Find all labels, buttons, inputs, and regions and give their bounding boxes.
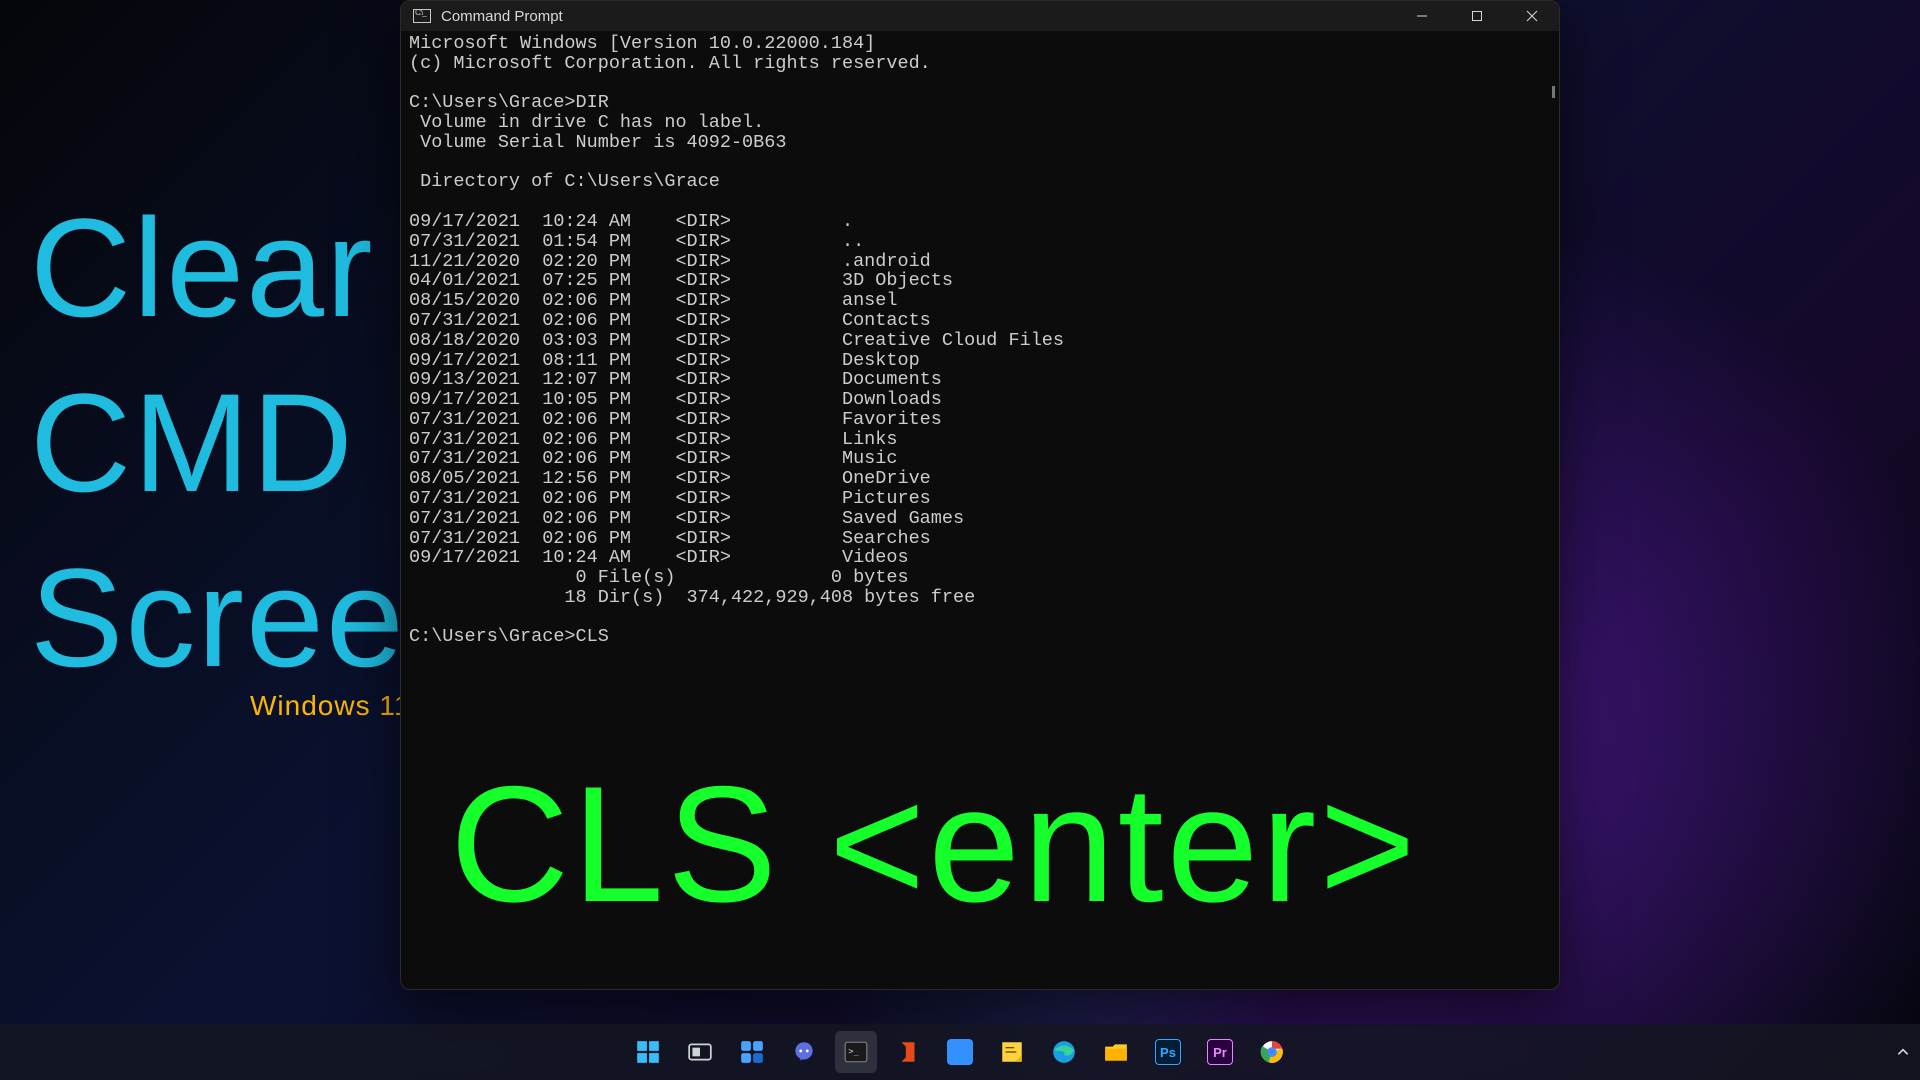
overlay-subtitle: Windows 11 <box>250 690 410 722</box>
desktop: Clear CMD Screen Windows 11 Command Prom… <box>0 0 1920 1080</box>
edge-button[interactable] <box>1043 1031 1085 1073</box>
premiere-button[interactable]: Pr <box>1199 1031 1241 1073</box>
chrome-button[interactable] <box>1251 1031 1293 1073</box>
taskbar: >_ Ps Pr <box>0 1024 1920 1080</box>
maximize-button[interactable] <box>1449 1 1504 31</box>
titlebar[interactable]: Command Prompt <box>401 1 1559 31</box>
tray-chevron-icon[interactable] <box>1896 1045 1910 1059</box>
stickynotes-button[interactable] <box>991 1031 1033 1073</box>
overlay-cls: CLS <enter> <box>450 750 1419 939</box>
cmd-icon <box>413 9 431 23</box>
window-title: Command Prompt <box>441 8 563 25</box>
office-button[interactable] <box>887 1031 929 1073</box>
widgets-button[interactable] <box>731 1031 773 1073</box>
svg-text:>_: >_ <box>848 1047 859 1057</box>
close-button[interactable] <box>1504 1 1559 31</box>
taskview-button[interactable] <box>679 1031 721 1073</box>
taskbar-icons: >_ Ps Pr <box>627 1031 1293 1073</box>
system-tray[interactable] <box>1896 1024 1910 1080</box>
minimize-button[interactable] <box>1394 1 1449 31</box>
explorer-button[interactable] <box>1095 1031 1137 1073</box>
photoshop-button[interactable]: Ps <box>1147 1031 1189 1073</box>
scrollbar-thumb[interactable] <box>1552 86 1555 98</box>
chat-button[interactable] <box>783 1031 825 1073</box>
terminal-taskbar-button[interactable]: >_ <box>835 1031 877 1073</box>
app-blue-button[interactable] <box>939 1031 981 1073</box>
start-button[interactable] <box>627 1031 669 1073</box>
